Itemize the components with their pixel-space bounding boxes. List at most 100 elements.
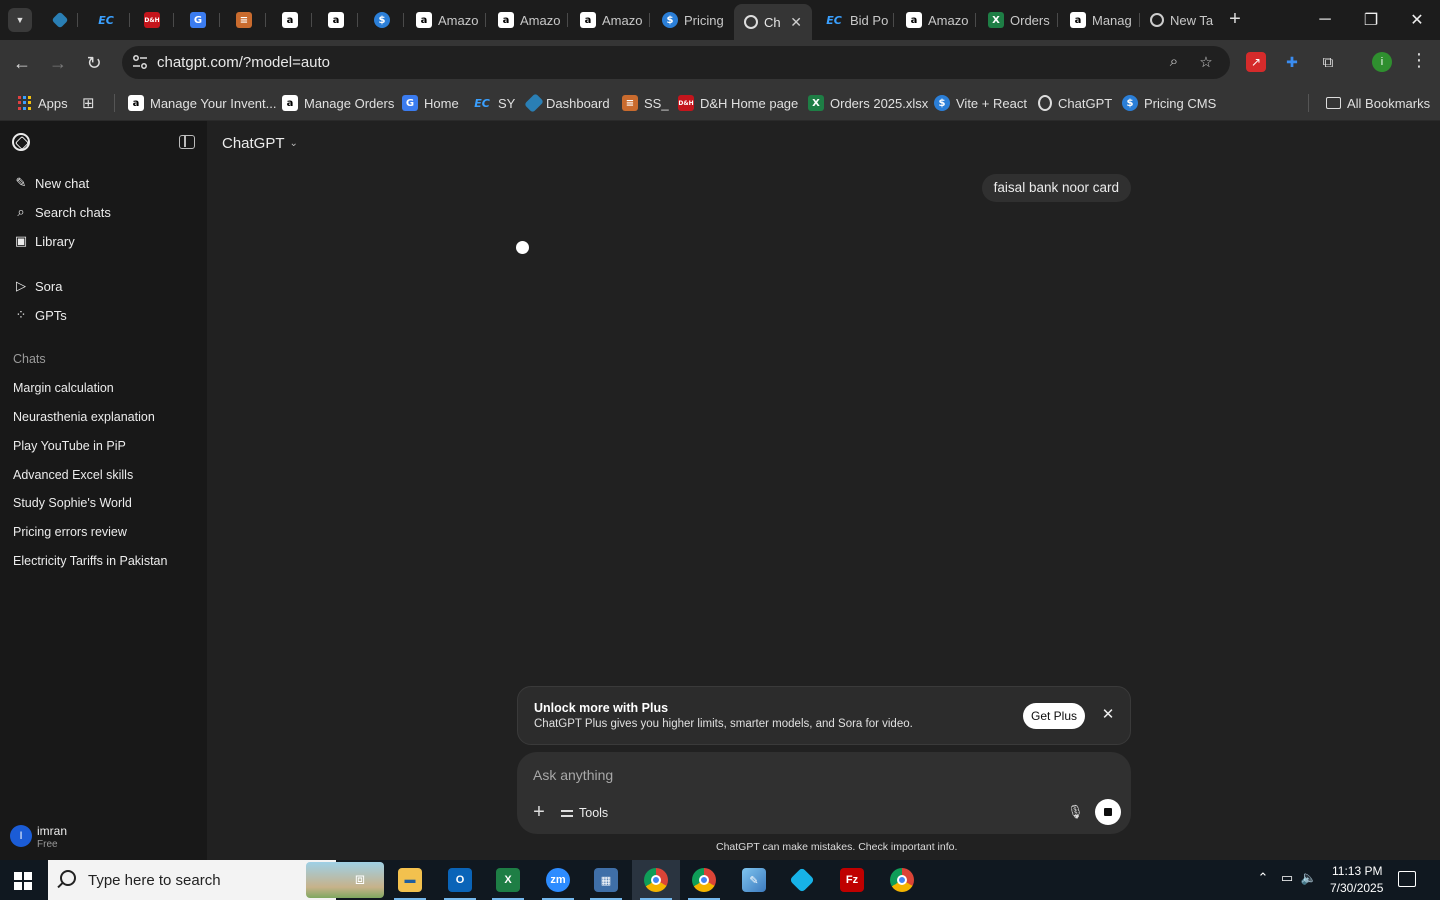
user-avatar[interactable]: I bbox=[10, 825, 32, 847]
bookmark-item[interactable]: a Manage Orders bbox=[282, 92, 394, 114]
browser-tab[interactable]: a Amazo bbox=[406, 6, 486, 34]
bookmark-item[interactable]: Dashboard bbox=[524, 92, 610, 114]
browser-tab-active[interactable]: Ch ✕ bbox=[734, 4, 812, 40]
taskbar-app-chrome-alt[interactable] bbox=[878, 860, 926, 900]
bookmark-star-icon[interactable]: ☆ bbox=[1196, 53, 1216, 73]
sidebar-toggle-icon[interactable] bbox=[179, 135, 195, 149]
browser-tab[interactable]: X Orders bbox=[978, 6, 1058, 34]
bookmark-item[interactable]: G Home bbox=[402, 92, 459, 114]
browser-tab[interactable]: a Amazo bbox=[896, 6, 976, 34]
browser-tab[interactable]: a Manag bbox=[1060, 6, 1140, 34]
taskbar-app-excel[interactable]: X bbox=[484, 860, 532, 900]
close-tab-icon[interactable]: ✕ bbox=[790, 14, 802, 31]
search-chats-button[interactable]: ⌕ Search chats bbox=[14, 202, 111, 222]
browser-menu-icon[interactable]: ⋮ bbox=[1410, 50, 1428, 74]
message-input[interactable]: Ask anything bbox=[533, 767, 613, 783]
bookmark-item[interactable]: X Orders 2025.xlsx bbox=[808, 92, 928, 114]
browser-tab[interactable]: D&H bbox=[134, 6, 174, 34]
windows-start-icon[interactable] bbox=[14, 872, 32, 890]
stop-generating-button[interactable] bbox=[1095, 799, 1121, 825]
browser-tab[interactable]: $ bbox=[364, 6, 404, 34]
browser-tab[interactable]: G bbox=[180, 6, 220, 34]
notification-icon[interactable] bbox=[1398, 871, 1416, 887]
tab-groups-button[interactable]: ⊞ bbox=[82, 92, 95, 114]
extensions-puzzle-icon[interactable]: ⧉ bbox=[1318, 52, 1338, 72]
new-tab-button[interactable]: + bbox=[1224, 8, 1246, 30]
browser-tab[interactable]: EC Bid Po bbox=[814, 6, 894, 34]
taskbar-app-kodi[interactable] bbox=[778, 860, 826, 900]
zoom-icon[interactable]: ⌕ bbox=[1164, 53, 1184, 73]
chat-history-item[interactable]: Neurasthenia explanation bbox=[13, 410, 155, 424]
chatgpt-logo-icon[interactable] bbox=[12, 133, 30, 151]
chat-history-item[interactable]: Electricity Tariffs in Pakistan bbox=[13, 554, 167, 568]
browser-tab[interactable]: ≡ bbox=[226, 6, 266, 34]
chat-history-item[interactable]: Pricing errors review bbox=[13, 525, 127, 539]
taskbar-app-filezilla[interactable]: Fz bbox=[828, 860, 876, 900]
dh-icon: D&H bbox=[144, 12, 160, 28]
task-view-button[interactable]: ⧈ bbox=[336, 860, 384, 900]
taskbar-app-chrome[interactable] bbox=[632, 860, 680, 900]
tab-search-button[interactable]: ▼ bbox=[8, 8, 32, 32]
sora-button[interactable]: ▷ Sora bbox=[14, 276, 62, 296]
chat-history-item[interactable]: Play YouTube in PiP bbox=[13, 439, 126, 453]
browser-tab[interactable]: New Ta bbox=[1140, 6, 1216, 34]
profile-avatar[interactable]: i bbox=[1372, 52, 1392, 72]
chat-history-item[interactable]: Advanced Excel skills bbox=[13, 468, 133, 482]
browser-tab[interactable]: a bbox=[318, 6, 358, 34]
taskbar-app-calculator[interactable]: ▦ bbox=[582, 860, 630, 900]
bookmark-item[interactable]: $ Pricing CMS bbox=[1122, 92, 1216, 114]
gpts-button[interactable]: ⁘ GPTs bbox=[14, 305, 67, 325]
bookmark-label: Vite + React bbox=[956, 95, 1027, 111]
browser-tab[interactable]: a Amazo bbox=[488, 6, 568, 34]
taskbar-app-chrome-profile[interactable] bbox=[680, 860, 728, 900]
library-button[interactable]: ▣ Library bbox=[14, 231, 75, 251]
extension-red-icon[interactable]: ↗ bbox=[1246, 52, 1266, 72]
taskbar-app-outlook[interactable]: O bbox=[436, 860, 484, 900]
tray-overflow-icon[interactable]: ⌃ bbox=[1254, 870, 1272, 890]
tools-button[interactable]: Tools bbox=[561, 803, 608, 823]
bookmark-item[interactable]: D&H D&H Home page bbox=[678, 92, 798, 114]
volume-icon[interactable]: 🔈 bbox=[1300, 870, 1318, 890]
clock-date[interactable]: 7/30/2025 bbox=[1330, 881, 1383, 895]
taskbar-search[interactable]: Type here to search bbox=[48, 860, 384, 900]
bookmark-item[interactable]: $ Vite + React bbox=[934, 92, 1027, 114]
forward-button[interactable]: → bbox=[46, 51, 70, 75]
url-text[interactable]: chatgpt.com/?model=auto bbox=[157, 54, 330, 71]
extension-blue-icon[interactable]: ✚ bbox=[1282, 52, 1302, 72]
all-bookmarks-button[interactable]: All Bookmarks bbox=[1326, 92, 1430, 114]
taskbar-app-file-explorer[interactable]: ▬ bbox=[386, 860, 434, 900]
site-settings-icon[interactable] bbox=[132, 54, 148, 70]
model-selector[interactable]: ChatGPT ⌄ bbox=[222, 135, 298, 152]
bookmark-item[interactable]: a Manage Your Invent... bbox=[128, 92, 276, 114]
bookmark-apps[interactable]: Apps bbox=[18, 92, 68, 114]
bookmark-item[interactable]: EC SY bbox=[472, 92, 515, 114]
chatgpt-icon bbox=[1038, 95, 1052, 111]
minimize-button[interactable]: ─ bbox=[1302, 0, 1348, 40]
amazon-icon: a bbox=[906, 12, 922, 28]
attach-plus-icon[interactable]: + bbox=[529, 802, 549, 822]
new-chat-button[interactable]: ✎ New chat bbox=[14, 173, 90, 193]
back-button[interactable]: ← bbox=[10, 51, 34, 75]
bookmark-item[interactable]: ≡ SS_ bbox=[622, 92, 669, 114]
taskbar-app-notes[interactable]: ✎ bbox=[730, 860, 778, 900]
microphone-icon[interactable]: 🎙 bbox=[1067, 804, 1084, 822]
browser-tab[interactable]: a Amazo bbox=[570, 6, 650, 34]
browser-tab[interactable]: a bbox=[272, 6, 312, 34]
close-window-button[interactable]: ✕ bbox=[1394, 0, 1440, 40]
user-name[interactable]: imran bbox=[37, 824, 67, 838]
network-icon[interactable]: ▭ bbox=[1278, 870, 1296, 890]
browser-tab[interactable] bbox=[44, 6, 78, 34]
chat-history-item[interactable]: Study Sophie's World bbox=[13, 496, 132, 510]
get-plus-button[interactable]: Get Plus bbox=[1023, 703, 1085, 729]
bookmark-item[interactable]: ChatGPT bbox=[1038, 92, 1112, 114]
browser-tab[interactable]: EC bbox=[86, 6, 130, 34]
address-bar[interactable]: chatgpt.com/?model=auto ⌕ ☆ bbox=[122, 46, 1230, 79]
chat-history-item[interactable]: Margin calculation bbox=[13, 381, 114, 395]
clock-time[interactable]: 11:13 PM bbox=[1332, 864, 1382, 878]
taskbar-app-zoom[interactable]: zm bbox=[534, 860, 582, 900]
close-icon[interactable]: ✕ bbox=[1098, 705, 1118, 725]
reload-button[interactable]: ↻ bbox=[82, 51, 106, 75]
bookmark-label: SS_ bbox=[644, 95, 669, 111]
browser-tab[interactable]: $ Pricing bbox=[652, 6, 732, 34]
restore-button[interactable]: ❐ bbox=[1348, 0, 1394, 40]
